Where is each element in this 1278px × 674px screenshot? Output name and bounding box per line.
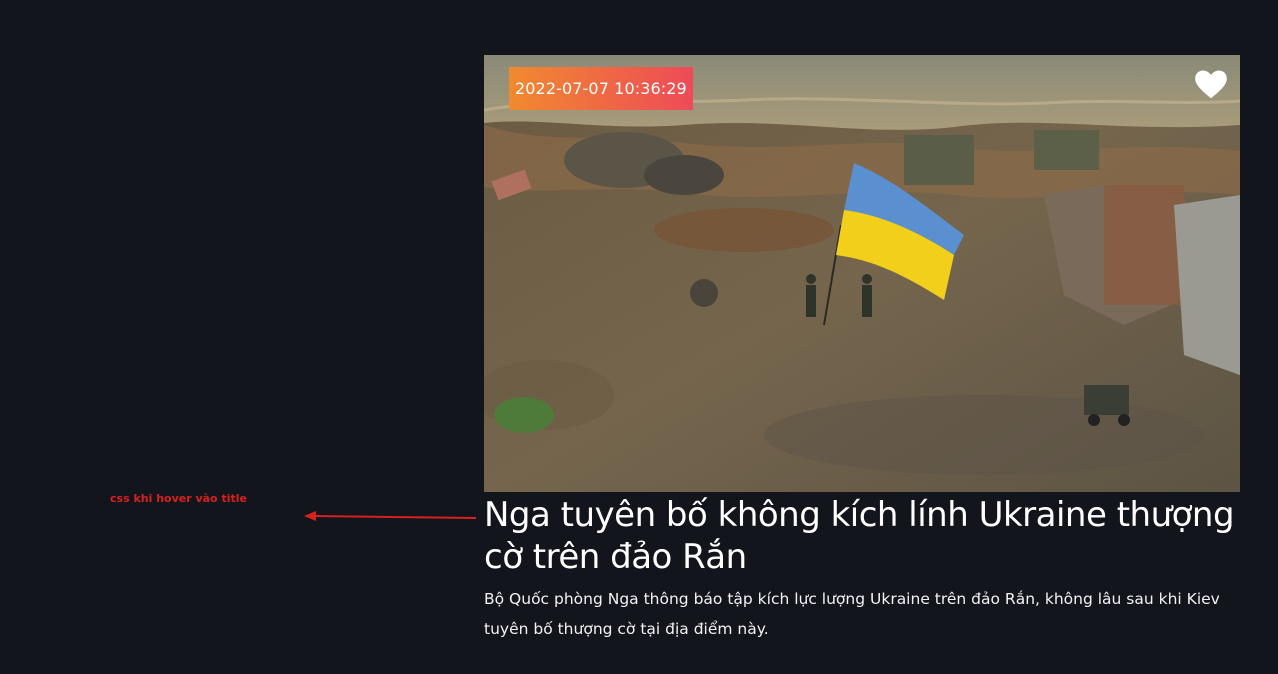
news-description: Bộ Quốc phòng Nga thông báo tập kích lực… [484,590,1220,638]
page: css khi hover vào title 2022-07-07 10:36… [0,0,1278,674]
snake-island-photo [484,55,1240,492]
news-image[interactable]: 2022-07-07 10:36:29 [484,55,1240,492]
annotation-label: css khi hover vào title [110,492,247,505]
date-badge: 2022-07-07 10:36:29 [509,67,693,110]
annotation-arrow-icon [304,511,477,521]
news-card[interactable]: 2022-07-07 10:36:29 Nga tuyên bố không k… [484,55,1240,644]
heart-icon[interactable] [1192,65,1230,103]
news-title[interactable]: Nga tuyên bố không kích lính Ukraine thư… [484,494,1240,578]
